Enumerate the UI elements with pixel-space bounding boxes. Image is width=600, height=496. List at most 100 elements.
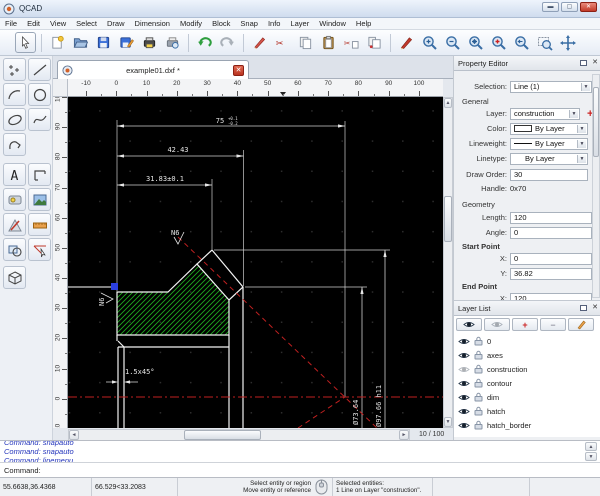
draw-pen-button[interactable] (396, 32, 417, 53)
layer-visibility-icon[interactable] (458, 351, 470, 360)
ellipse-tool-button[interactable] (3, 108, 26, 131)
zoom-selection-button[interactable] (488, 32, 509, 53)
save-as-button[interactable] (116, 32, 137, 53)
layer-row[interactable]: 0 (454, 334, 600, 348)
linetype-combo[interactable]: By Layer▼ (510, 153, 588, 165)
ruler-tool-button[interactable] (28, 213, 51, 236)
layer-lock-icon[interactable] (474, 420, 483, 430)
solid-tool-button[interactable] (3, 266, 26, 289)
undo-button[interactable] (194, 32, 215, 53)
layer-lock-icon[interactable] (474, 406, 483, 416)
history-scroll-down-button[interactable]: ▼ (585, 452, 597, 461)
selection-grip[interactable] (111, 283, 118, 290)
lineweight-combo[interactable]: By Layer▼ (510, 138, 588, 150)
zoom-in-button[interactable] (419, 32, 440, 53)
float-panel-icon[interactable] (580, 60, 587, 66)
menu-file[interactable]: File (0, 19, 22, 28)
layer-visibility-icon[interactable] (458, 337, 470, 346)
hide-all-layers-button[interactable] (484, 318, 510, 331)
shape-tool-button[interactable] (28, 163, 51, 186)
layer-combo[interactable]: construction▼ (510, 108, 580, 120)
layer-lock-icon[interactable] (474, 336, 483, 346)
layer-row[interactable]: dim (454, 390, 600, 404)
line-tool-button[interactable] (28, 58, 51, 81)
redo-button[interactable] (217, 32, 238, 53)
angle-input[interactable]: 0 (510, 227, 592, 239)
part-cross-section[interactable] (117, 250, 243, 428)
menu-block[interactable]: Block (207, 19, 235, 28)
history-scroll-up-button[interactable]: ▲ (585, 442, 597, 451)
menu-layer[interactable]: Layer (285, 19, 314, 28)
snap-tool-button[interactable] (28, 238, 51, 261)
layer-row[interactable]: hatch (454, 404, 600, 418)
cut-button[interactable]: ✂ (272, 32, 293, 53)
layer-lock-icon[interactable] (474, 350, 483, 360)
menu-modify[interactable]: Modify (175, 19, 207, 28)
print-button[interactable] (139, 32, 160, 53)
close-button[interactable]: ✕ (580, 2, 597, 12)
modify-tool-button[interactable] (3, 238, 26, 261)
layer-visibility-icon[interactable] (458, 407, 470, 416)
layer-row[interactable]: construction (454, 362, 600, 376)
spline-tool-button[interactable] (28, 108, 51, 131)
remove-layer-button[interactable]: − (540, 318, 566, 331)
selection-combo[interactable]: Line (1)▼ (510, 81, 592, 93)
vertical-scroll-thumb[interactable] (444, 196, 452, 242)
layer-lock-icon[interactable] (474, 364, 483, 374)
text-tool-button[interactable]: A (3, 163, 26, 186)
layer-lock-icon[interactable] (474, 378, 483, 388)
point-tool-button[interactable] (3, 58, 26, 81)
layer-visibility-icon[interactable] (458, 379, 470, 388)
layer-lock-icon[interactable] (474, 392, 483, 402)
previous-view-button[interactable] (511, 32, 532, 53)
pan-button[interactable] (557, 32, 578, 53)
image-tool-button[interactable] (28, 188, 51, 211)
save-button[interactable] (93, 32, 114, 53)
property-editor-scroll-thumb[interactable] (593, 87, 599, 157)
scroll-left-button[interactable]: ◄ (69, 430, 79, 440)
dimension-extension-lines[interactable] (117, 120, 390, 397)
maximize-button[interactable]: ▢ (561, 2, 578, 12)
selection-arrow-button[interactable] (15, 32, 36, 53)
dimension-tool-button[interactable] (3, 188, 26, 211)
new-file-button[interactable] (47, 32, 68, 53)
menu-snap[interactable]: Snap (235, 19, 263, 28)
property-editor-scrollbar[interactable] (592, 74, 600, 298)
drawing-canvas[interactable]: 75 +0.1 -0.2 42.43 31.83±0.1 1.5x45° Ø73… (68, 97, 443, 428)
scroll-down-button[interactable]: ▼ (444, 417, 452, 427)
diagonal-construction-line-2[interactable] (298, 397, 345, 428)
scroll-up-button[interactable]: ▲ (444, 98, 452, 108)
color-combo[interactable]: By Layer▼ (510, 123, 588, 135)
paste-button[interactable] (318, 32, 339, 53)
open-file-button[interactable] (70, 32, 91, 53)
scroll-right-button[interactable]: ► (399, 430, 409, 440)
horizontal-scroll-thumb[interactable] (184, 430, 261, 440)
print-preview-button[interactable] (162, 32, 183, 53)
menu-dimension[interactable]: Dimension (130, 19, 175, 28)
polyline-tool-button[interactable] (3, 133, 26, 156)
document-tab[interactable]: example01.dxf * ✕ (57, 60, 249, 79)
command-history-scrollbar[interactable]: ▲ ▼ (585, 442, 598, 462)
auto-zoom-button[interactable] (465, 32, 486, 53)
menu-window[interactable]: Window (314, 19, 351, 28)
copy-with-reference-button[interactable] (364, 32, 385, 53)
circle-tool-button[interactable] (28, 83, 51, 106)
menu-help[interactable]: Help (351, 19, 376, 28)
vertical-scrollbar[interactable]: ▲ ▼ (443, 97, 453, 428)
show-all-layers-button[interactable] (456, 318, 482, 331)
end-x-input[interactable]: 120 (510, 293, 592, 301)
edit-layer-button[interactable] (568, 318, 594, 331)
minimize-button[interactable]: ▬ (542, 2, 559, 12)
layer-row[interactable]: axes (454, 348, 600, 362)
draw-order-input[interactable]: 30 (510, 169, 588, 181)
layer-row[interactable]: hatch_border (454, 418, 600, 432)
menu-select[interactable]: Select (71, 19, 102, 28)
layer-row[interactable]: contour (454, 376, 600, 390)
arc-tool-button[interactable] (3, 83, 26, 106)
menu-edit[interactable]: Edit (22, 19, 45, 28)
tab-close-button[interactable]: ✕ (233, 65, 244, 76)
menu-view[interactable]: View (45, 19, 71, 28)
menu-info[interactable]: Info (263, 19, 286, 28)
close-panel-icon[interactable]: ✕ (592, 58, 598, 66)
layer-visibility-icon[interactable] (458, 421, 470, 430)
